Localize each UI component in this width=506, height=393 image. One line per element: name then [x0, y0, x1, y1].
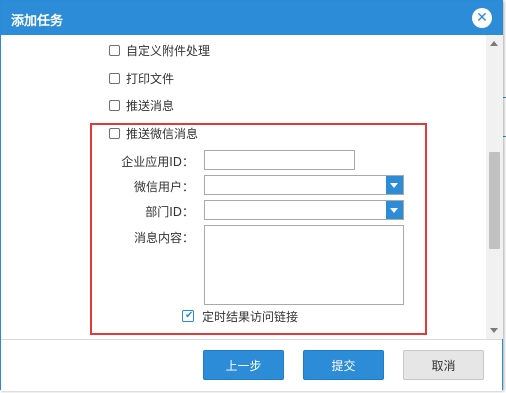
prev-step-button[interactable]: 上一步 — [203, 350, 284, 380]
chevron-down-icon[interactable] — [386, 201, 403, 219]
custom-attachment-option[interactable]: 自定义附件处理 — [109, 42, 210, 58]
dialog-content: 自定义附件处理 打印文件 推送消息 推送微信消息 企业应用ID： 微信用户： 部… — [1, 35, 486, 339]
custom-attachment-checkbox[interactable] — [109, 44, 120, 56]
dialog-titlebar: 添加任务 ✕ — [1, 1, 502, 35]
corp-app-id-label: 企业应用ID： — [121, 155, 194, 169]
push-wechat-label: 推送微信消息 — [126, 126, 199, 141]
print-file-label: 打印文件 — [126, 71, 175, 86]
scrollbar-thumb[interactable] — [489, 152, 500, 249]
scroll-down-icon[interactable] — [490, 328, 498, 333]
submit-button[interactable]: 提交 — [303, 350, 384, 380]
message-content-label: 消息内容： — [133, 231, 194, 245]
message-content-textarea[interactable] — [204, 225, 404, 305]
print-file-option[interactable]: 打印文件 — [109, 70, 174, 86]
vertical-scrollbar[interactable] — [486, 35, 503, 339]
push-message-checkbox[interactable] — [109, 99, 120, 111]
dialog-title: 添加任务 — [11, 14, 64, 29]
push-message-option[interactable]: 推送消息 — [109, 97, 174, 113]
wechat-user-label: 微信用户： — [133, 180, 194, 194]
timed-result-link-checkbox[interactable]: ✔ — [182, 310, 194, 322]
print-file-checkbox[interactable] — [109, 72, 120, 84]
chevron-down-icon[interactable] — [386, 176, 403, 194]
checkmark-icon: ✔ — [185, 310, 194, 321]
wechat-user-select[interactable] — [204, 175, 404, 195]
dialog-footer: 上一步 提交 取消 — [1, 339, 502, 391]
corp-app-id-input[interactable] — [204, 150, 355, 170]
cancel-button[interactable]: 取消 — [403, 350, 484, 380]
timed-result-link-label: 定时结果访问链接 — [202, 309, 299, 324]
dept-id-select[interactable] — [204, 200, 404, 220]
close-icon[interactable]: ✕ — [472, 8, 492, 28]
add-task-dialog: 添加任务 ✕ 自定义附件处理 打印文件 推送消息 推送微信消息 企业应用ID： … — [0, 0, 503, 391]
push-wechat-option[interactable]: 推送微信消息 — [109, 125, 198, 141]
push-message-label: 推送消息 — [126, 98, 175, 113]
push-wechat-checkbox[interactable] — [109, 127, 120, 139]
timed-result-link-option[interactable]: ✔ 定时结果访问链接 — [182, 308, 298, 324]
custom-attachment-label: 自定义附件处理 — [126, 43, 211, 58]
scroll-up-icon[interactable] — [490, 41, 498, 46]
dept-id-label: 部门ID： — [145, 205, 194, 219]
